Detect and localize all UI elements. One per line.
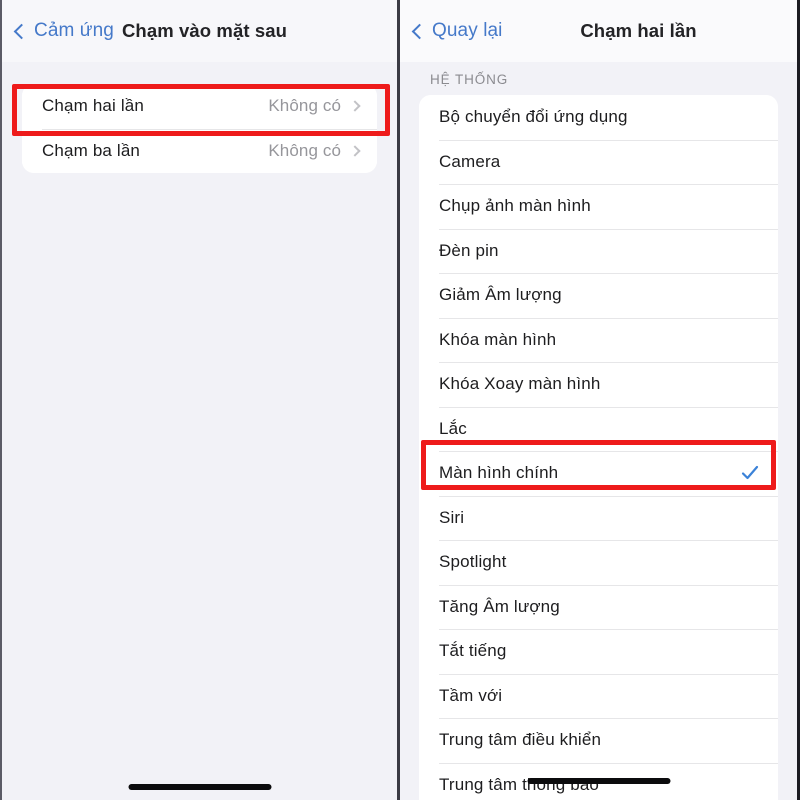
list-item[interactable]: Camera [419, 139, 778, 184]
list-item-label: Tắt tiếng [439, 641, 507, 661]
list-item[interactable]: Khóa màn hình [419, 317, 778, 362]
chevron-left-icon [13, 23, 30, 40]
chevron-right-icon [349, 100, 361, 112]
list-item-label: Giảm Âm lượng [439, 285, 562, 305]
right-phone-panel: Quay lại Chạm hai lần HỆ THỐNG Bộ chuyển… [400, 0, 800, 800]
checkmark-icon [740, 463, 760, 483]
list-item[interactable]: Siri [419, 495, 778, 540]
list-item[interactable]: Khóa Xoay màn hình [419, 362, 778, 407]
back-button-label: Quay lại [432, 20, 503, 41]
left-nav-bar: Cảm ứng Chạm vào mặt sau [2, 0, 397, 62]
left-page-title: Chạm vào mặt sau [121, 20, 288, 41]
list-item[interactable]: Trung tâm điều khiển [419, 718, 778, 763]
left-phone-panel: Cảm ứng Chạm vào mặt sau Chạm hai lần Kh… [0, 0, 400, 800]
list-item-label: Khóa Xoay màn hình [439, 374, 601, 394]
chevron-left-icon [411, 23, 428, 40]
chevron-right-icon [349, 145, 361, 157]
list-item[interactable]: Bộ chuyển đổi ứng dụng [419, 95, 778, 140]
list-item-label: Siri [439, 507, 465, 527]
back-button-quay-lai[interactable]: Quay lại [400, 20, 503, 42]
row-value: Không có [268, 140, 341, 160]
list-item-label: Spotlight [439, 552, 507, 572]
list-item-label: Tăng Âm lượng [439, 596, 560, 616]
back-button-label: Cảm ứng [34, 20, 114, 41]
right-nav-bar: Quay lại Chạm hai lần [400, 0, 797, 62]
list-item-label: Trung tâm điều khiển [439, 730, 602, 750]
row-cham-hai-lan[interactable]: Chạm hai lần Không có [22, 84, 377, 129]
list-item[interactable]: Tắt tiếng [419, 629, 778, 674]
list-item[interactable]: Spotlight [419, 540, 778, 585]
home-indicator [527, 778, 670, 784]
list-item-label: Chụp ảnh màn hình [439, 196, 591, 216]
back-button-cam-ung[interactable]: Cảm ứng [2, 20, 114, 42]
list-item-label: Camera [439, 151, 501, 171]
row-label: Chạm ba lần [42, 140, 141, 160]
left-settings-card: Chạm hai lần Không có Chạm ba lần Không … [22, 84, 377, 173]
list-item-label: Lắc [439, 418, 467, 438]
row-cham-ba-lan[interactable]: Chạm ba lần Không có [22, 128, 377, 173]
list-item[interactable]: Đèn pin [419, 228, 778, 273]
list-item[interactable]: Chụp ảnh màn hình [419, 184, 778, 229]
list-item[interactable]: Tăng Âm lượng [419, 584, 778, 629]
list-item-label: Tầm với [439, 685, 503, 705]
action-options-list[interactable]: Bộ chuyển đổi ứng dụng Camera Chụp ảnh màn… [419, 95, 778, 800]
section-header-he-thong: HỆ THỐNG [430, 72, 509, 87]
list-item[interactable]: Tầm với [419, 673, 778, 718]
list-item[interactable]: Màn hình chính [419, 451, 778, 496]
row-label: Chạm hai lần [42, 96, 144, 116]
list-item-label: Bộ chuyển đổi ứng dụng [439, 107, 628, 127]
right-page-title: Chạm hai lần [580, 20, 697, 41]
list-item[interactable]: Giảm Âm lượng [419, 273, 778, 318]
home-indicator [128, 784, 271, 790]
list-item-label: Màn hình chính [439, 463, 559, 483]
list-item[interactable]: Lắc [419, 406, 778, 451]
row-value: Không có [268, 96, 341, 116]
list-item-label: Khóa màn hình [439, 329, 557, 349]
list-item-label: Đèn pin [439, 240, 499, 260]
screenshot-root: Cảm ứng Chạm vào mặt sau Chạm hai lần Kh… [0, 0, 800, 800]
